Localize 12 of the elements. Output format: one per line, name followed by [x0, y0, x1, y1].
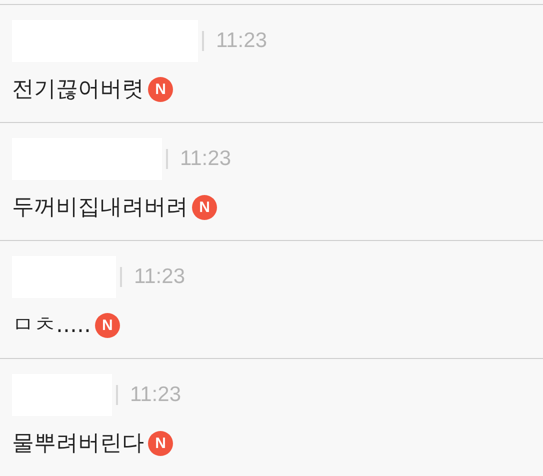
new-badge: N: [148, 76, 173, 102]
comment-time: 11:23: [216, 29, 267, 53]
comment-text: ㅁㅊ.....: [12, 312, 91, 340]
comment-text: 두꺼비집내려버려: [12, 194, 188, 222]
new-badge: N: [94, 312, 120, 338]
comment-text: 물뿌려버린다: [12, 430, 144, 458]
comment-time: 11:23: [134, 265, 185, 289]
comment-time: 11:23: [130, 383, 181, 407]
new-badge: N: [192, 194, 217, 220]
new-badge: N: [148, 430, 173, 456]
comment-time: 11:23: [180, 147, 231, 171]
comment-text: 전기끊어버렷: [12, 76, 144, 104]
